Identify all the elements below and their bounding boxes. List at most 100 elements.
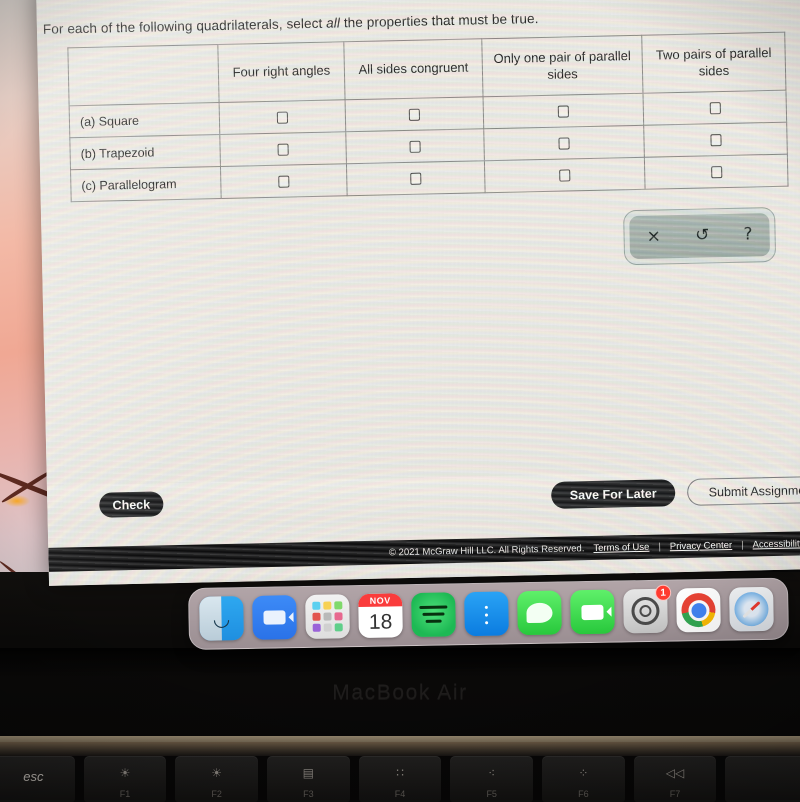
launchpad-tile <box>334 623 343 632</box>
cell-trapezoid-four-right-angles[interactable] <box>219 131 347 167</box>
launchpad-tile <box>323 612 332 621</box>
device-model-label: MacBook Air <box>332 681 468 704</box>
dock-icon-facetime[interactable] <box>570 589 615 635</box>
checkbox-square-only-one-pair-parallel[interactable] <box>557 105 569 118</box>
keyboard-backlight-icon: ⁘ <box>578 766 589 780</box>
checkbox-trapezoid-only-one-pair-parallel[interactable] <box>558 137 570 150</box>
column-header-four-right-angles: Four right angles <box>217 41 346 103</box>
dock-icon-finder[interactable]: ◡ <box>199 596 244 641</box>
submit-assignment-button[interactable]: Submit Assignment <box>686 475 800 506</box>
dock-icon-chrome[interactable] <box>676 587 721 633</box>
dock-icon-launchpad[interactable] <box>305 594 350 639</box>
key-f4-launchpad[interactable]: ∷ F4 <box>358 756 442 802</box>
speech-bubble-icon <box>526 602 553 624</box>
deck-edge <box>0 742 800 756</box>
cell-parallelogram-only-one-pair-parallel[interactable] <box>484 157 646 193</box>
check-button[interactable]: Check <box>99 491 164 518</box>
checkbox-parallelogram-only-one-pair-parallel[interactable] <box>559 169 571 182</box>
compass-needle <box>742 600 761 618</box>
key-f7-rewind[interactable]: ◁◁ F7 <box>633 756 717 802</box>
key-label: F5 <box>486 789 497 799</box>
row-label-trapezoid: (b) Trapezoid <box>69 134 221 170</box>
save-for-later-button[interactable]: Save For Later <box>550 479 676 509</box>
video-camera-icon <box>263 610 286 625</box>
column-header-all-sides-congruent: All sides congruent <box>343 38 484 100</box>
key-f2-brightness-up[interactable]: ☀ F2 <box>175 756 259 802</box>
cell-square-two-pairs-parallel[interactable] <box>642 90 787 126</box>
cell-square-four-right-angles[interactable] <box>219 99 346 135</box>
gear-icon <box>631 596 660 626</box>
cell-trapezoid-all-sides-congruent[interactable] <box>345 128 485 164</box>
dock-icon-safari[interactable] <box>729 586 774 632</box>
row-label-square: (a) Square <box>69 102 220 138</box>
legal-separator: | <box>658 541 661 553</box>
cell-square-all-sides-congruent[interactable] <box>345 96 484 132</box>
cell-square-only-one-pair-parallel[interactable] <box>483 93 644 129</box>
cell-trapezoid-two-pairs-parallel[interactable] <box>643 122 788 158</box>
launchpad-tile <box>323 623 332 632</box>
accessibility-link[interactable]: Accessibility <box>752 538 800 550</box>
mission-control-icon: ▤ <box>302 766 315 780</box>
chrome-icon <box>681 592 716 628</box>
dock-icon-zoom[interactable] <box>252 595 297 640</box>
photo-scene: MacBook Air esc ☀ F1 ☀ F2 ▤ F3 ∷ F4 ⁖ F5… <box>0 0 800 802</box>
macos-dock: ◡ NOV 18 ︙ 1 <box>188 577 789 650</box>
video-camera-icon <box>581 604 604 620</box>
cell-trapezoid-only-one-pair-parallel[interactable] <box>483 125 645 161</box>
laptop-screen: For each of the following quadrilaterals… <box>36 0 800 586</box>
app-store-icon: ︙ <box>474 603 499 630</box>
checkbox-trapezoid-all-sides-congruent[interactable] <box>409 140 421 154</box>
terms-of-use-link[interactable]: Terms of Use <box>593 541 649 553</box>
copyright-text: © 2021 McGraw Hill LLC. All Rights Reser… <box>388 542 585 558</box>
checkbox-parallelogram-all-sides-congruent[interactable] <box>410 172 422 186</box>
checkbox-square-all-sides-congruent[interactable] <box>408 108 421 122</box>
checkbox-parallelogram-four-right-angles[interactable] <box>278 175 290 188</box>
launchpad-tile <box>312 612 321 621</box>
notification-badge: 1 <box>655 584 672 601</box>
row-label-parallelogram: (c) Parallelogram <box>70 166 222 202</box>
properties-table: Four right angles All sides congruent On… <box>67 32 789 203</box>
cell-parallelogram-all-sides-congruent[interactable] <box>346 160 486 196</box>
key-f6-keyboard-backlight-up[interactable]: ⁘ F6 <box>542 756 625 802</box>
spotify-waves-icon <box>419 605 448 623</box>
key-label: F1 <box>119 789 131 799</box>
cell-parallelogram-four-right-angles[interactable] <box>220 163 348 199</box>
dock-icon-calendar[interactable]: NOV 18 <box>358 593 403 639</box>
key-label: F2 <box>211 789 222 799</box>
table-body: (a) Square (b) Trapezoid (c) Parallelogr… <box>69 90 789 202</box>
dock-icon-system-preferences[interactable]: 1 <box>623 584 672 634</box>
launchpad-tile <box>323 601 332 610</box>
help-icon[interactable]: ? <box>735 222 761 248</box>
calendar-month-label: NOV <box>358 593 403 608</box>
answer-toolbar: × ↺ ? <box>623 206 777 266</box>
key-f5-keyboard-backlight-down[interactable]: ⁖ F5 <box>450 756 534 802</box>
checkbox-square-two-pairs-parallel[interactable] <box>709 102 721 115</box>
dock-icon-app-store[interactable]: ︙ <box>464 591 509 637</box>
corner-header-cell <box>67 44 220 106</box>
dock-icon-messages[interactable] <box>517 590 562 636</box>
finder-face-icon: ◡ <box>212 606 231 631</box>
clear-icon[interactable]: × <box>638 224 669 250</box>
key-f8[interactable] <box>725 756 800 802</box>
key-f1-brightness-down[interactable]: ☀ F1 <box>83 756 167 802</box>
privacy-center-link[interactable]: Privacy Center <box>670 539 733 551</box>
checkbox-trapezoid-four-right-angles[interactable] <box>277 143 289 156</box>
undo-icon[interactable]: ↺ <box>687 223 718 249</box>
launchpad-tile <box>334 612 343 621</box>
answer-toolbar-inner: × ↺ ? <box>629 213 771 260</box>
brightness-icon: ☀ <box>211 766 223 780</box>
key-esc[interactable]: esc <box>0 756 75 802</box>
dock-icon-spotify[interactable] <box>411 592 456 638</box>
brightness-icon: ☀ <box>119 766 131 780</box>
checkbox-square-four-right-angles[interactable] <box>276 111 289 124</box>
legal-separator: | <box>741 539 744 551</box>
checkbox-trapezoid-two-pairs-parallel[interactable] <box>709 134 722 147</box>
key-f3-mission-control[interactable]: ▤ F3 <box>267 756 350 802</box>
key-label: F4 <box>394 789 406 799</box>
cell-parallelogram-two-pairs-parallel[interactable] <box>644 154 789 190</box>
compass-icon <box>734 591 769 627</box>
checkbox-parallelogram-two-pairs-parallel[interactable] <box>710 166 722 179</box>
hinge-shadow <box>0 648 800 678</box>
key-glyph: esc <box>23 769 44 784</box>
key-label: F6 <box>578 789 589 799</box>
